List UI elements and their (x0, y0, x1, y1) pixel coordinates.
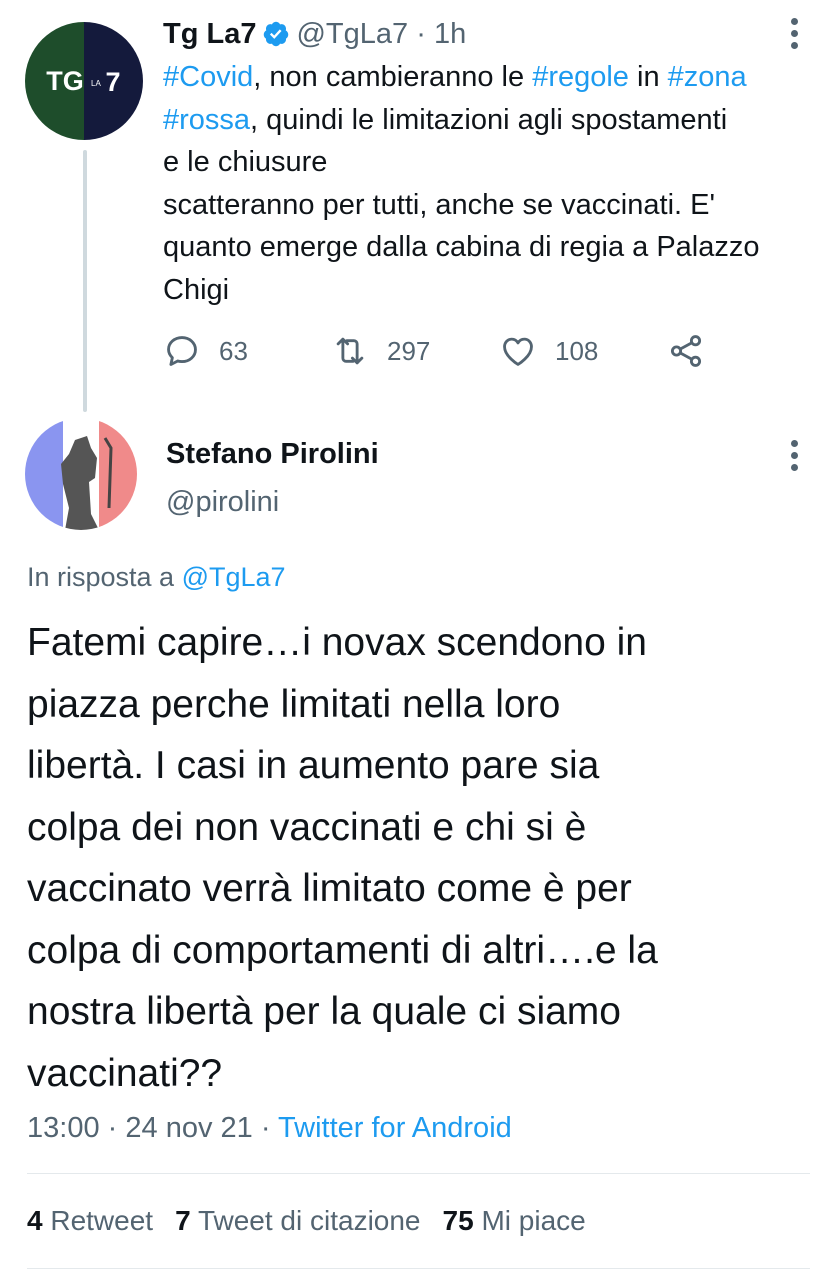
retweets-label: Retweet (50, 1205, 154, 1236)
tweet-metadata: 13:00 · 24 nov 21 · Twitter for Android (27, 1108, 512, 1148)
share-icon (670, 335, 702, 367)
hashtag-zona[interactable]: #zona (668, 61, 747, 93)
reply-text-line: libertà. I casi in aumento pare sia (27, 744, 600, 787)
reply-more-options-icon[interactable] (788, 440, 800, 476)
tweet-text-segment: , quindi le limitazioni agli spostamenti (250, 103, 728, 136)
likes-label: Mi piace (481, 1205, 586, 1236)
reply-handle[interactable]: @pirolini (166, 482, 279, 522)
parent-tweet-header: Tg La7 @TgLa7 · 1h (163, 14, 466, 54)
reply-display-name[interactable]: Stefano Pirolini (166, 434, 379, 474)
reply-icon (167, 336, 197, 366)
hashtag-regole[interactable]: #regole (532, 61, 629, 93)
retweet-button[interactable]: 297 (331, 328, 430, 374)
tweet-text-segment: e le chiusure (163, 146, 328, 178)
pirolini-avatar[interactable] (25, 418, 137, 530)
reply-button[interactable]: 63 (163, 328, 248, 374)
share-button[interactable] (667, 328, 723, 374)
avatar-logo-la: LA (91, 79, 101, 88)
reply-text-line: piazza perche limitati nella loro (27, 682, 561, 726)
verified-badge-icon (264, 21, 289, 47)
tweet-text-segment: in (628, 61, 668, 93)
tweet-source-link[interactable]: Twitter for Android (278, 1112, 512, 1144)
in-reply-to-handle[interactable]: @TgLa7 (182, 562, 286, 592)
in-reply-to-label: In risposta a (27, 562, 182, 592)
like-count: 108 (555, 335, 599, 366)
retweet-icon (336, 337, 364, 365)
heart-icon (503, 337, 533, 366)
parent-display-name[interactable]: Tg La7 (163, 18, 256, 50)
header-separator: · (416, 18, 426, 50)
retweets-stat[interactable]: 4 Retweet (27, 1205, 153, 1236)
likes-count: 75 (442, 1205, 474, 1236)
reply-text-line: nostra libertà per la quale ci siamo (27, 990, 621, 1033)
meta-separator: · (260, 1112, 271, 1144)
likes-stat[interactable]: 75 Mi piace (443, 1205, 586, 1236)
meta-separator: · (107, 1112, 118, 1144)
tweet-text-segment: , non cambieranno le (253, 61, 533, 93)
avatar-logo-7: 7 (105, 67, 120, 97)
quotes-stat[interactable]: 7 Tweet di citazione (175, 1205, 420, 1236)
parent-handle[interactable]: @TgLa7 (296, 18, 408, 50)
parent-action-bar: 63 297 108 (163, 328, 723, 374)
reply-text-line: vaccinati?? (27, 1051, 223, 1095)
engagement-stats: 4 Retweet 7 Tweet di citazione 75 Mi piace (27, 1199, 586, 1243)
in-reply-to: In risposta a @TgLa7 (27, 558, 286, 596)
quotes-count: 7 (175, 1205, 191, 1236)
parent-more-options-icon[interactable] (788, 18, 800, 54)
divider-top (27, 1173, 810, 1174)
quotes-label: Tweet di citazione (197, 1205, 421, 1236)
reply-text-line: colpa dei non vaccinati e chi si è (27, 805, 587, 849)
thread-connector-line (83, 150, 87, 412)
reply-text-line: vaccinato verrà limitato come è per (27, 867, 632, 910)
retweets-count: 4 (27, 1205, 43, 1236)
divider-bottom (27, 1268, 810, 1269)
tgla7-avatar[interactable]: TG LA 7 (25, 22, 143, 140)
like-button[interactable]: 108 (499, 328, 598, 374)
tweet-text-segment: scatteranno per tutti, anche se vaccinat… (163, 188, 716, 221)
hashtag-rossa[interactable]: #rossa (163, 104, 250, 136)
tweet-text-segment: Chigi (163, 273, 230, 306)
retweet-count: 297 (387, 335, 431, 366)
reply-text-line: colpa di comportamenti di altri….e la (27, 928, 658, 972)
tweet-text-segment: quanto emerge dalla cabina di regia a Pa… (163, 231, 760, 263)
tweet-date[interactable]: 24 nov 21 (125, 1112, 252, 1144)
hashtag-covid[interactable]: #Covid (163, 61, 253, 93)
parent-tweet-text: #Covid, non cambieranno le #regole in #z… (163, 56, 823, 311)
reply-count: 63 (219, 335, 248, 366)
tweet-time[interactable]: 13:00 (27, 1112, 100, 1144)
parent-time-ago[interactable]: 1h (434, 18, 466, 50)
reply-text-line: Fatemi capire…i novax scendono in (27, 621, 647, 664)
reply-tweet-text: Fatemi capire…i novax scendono in piazza… (27, 612, 817, 1104)
avatar-logo-tg: TG (46, 66, 84, 96)
